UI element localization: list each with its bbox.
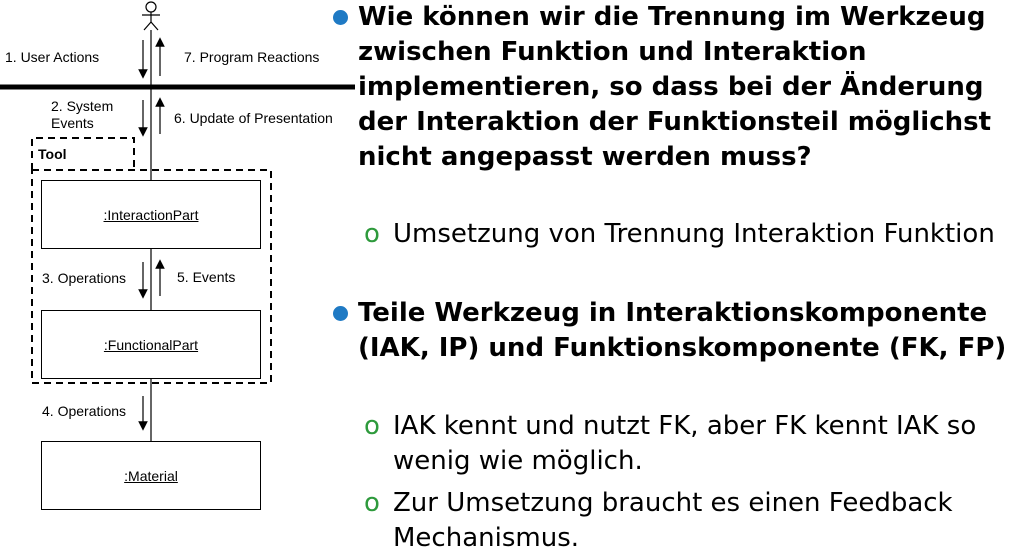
label-operations-3: 3. Operations (42, 270, 127, 286)
functional-part-box: :FunctionalPart (41, 310, 261, 379)
interaction-part-label: :InteractionPart (103, 206, 199, 223)
sub-marker-icon: o (364, 219, 380, 249)
bullet-text: Teile Werkzeug in Interaktionskomponente… (358, 298, 1007, 363)
material-box: :Material (41, 441, 261, 510)
tool-label: Tool (38, 146, 67, 162)
bullet-dot-icon (333, 10, 348, 25)
label-events-5: 5. Events (177, 269, 236, 285)
sub-bullet-text: Zur Umsetzung braucht es einen Feedback … (393, 488, 953, 553)
label-user-actions: 1. User Actions (5, 49, 100, 65)
sub-marker-icon: o (364, 488, 380, 518)
user-actor-icon (142, 1, 160, 31)
sub-marker-icon: o (364, 411, 380, 441)
bullet-dot-icon (333, 306, 348, 321)
label-update-presentation: 6. Update of Presentation (174, 110, 333, 126)
label-system-events: 2. System Events (51, 98, 114, 131)
tool-architecture-diagram: 1. User Actions 7. Program Reactions 2. … (0, 0, 355, 558)
material-label: :Material (124, 467, 178, 484)
sub-bullet-text: IAK kennt und nutzt FK, aber FK kennt IA… (393, 411, 977, 476)
label-operations-4: 4. Operations (42, 403, 127, 419)
interaction-part-box: :InteractionPart (41, 180, 261, 249)
sub-bullet-text: Umsetzung von Trennung Interaktion Funkt… (393, 219, 995, 249)
functional-part-label: :FunctionalPart (103, 336, 199, 353)
bullet-text: Wie können wir die Trennung im Werkzeug … (358, 2, 992, 172)
label-program-reactions: 7. Program Reactions (184, 49, 320, 65)
